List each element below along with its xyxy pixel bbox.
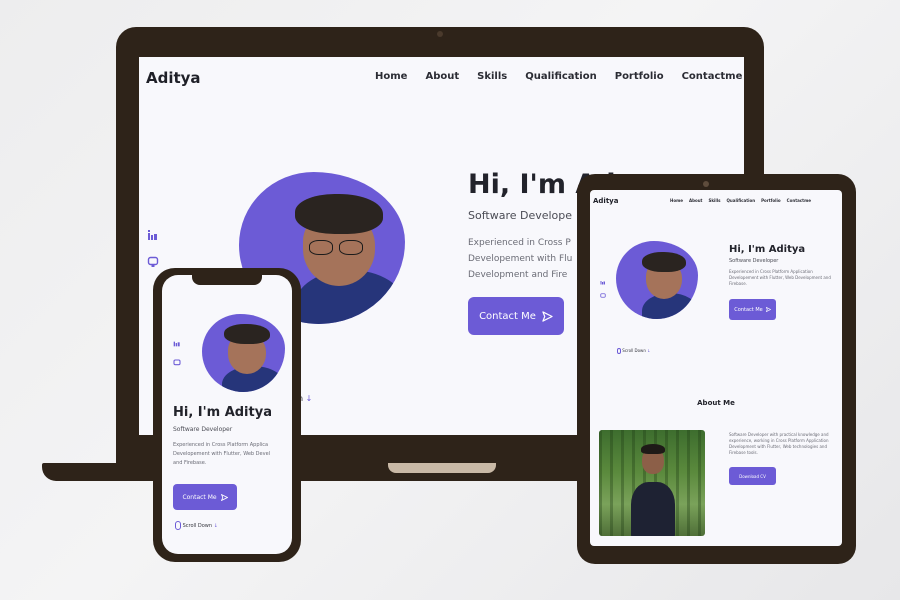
arrow-down-icon: ↓ — [305, 394, 313, 403]
profile-blob — [202, 314, 285, 392]
hero-subtitle: Software Develope — [468, 209, 573, 222]
nav-portfolio[interactable]: Portfolio — [615, 71, 664, 82]
github-icon[interactable] — [173, 359, 181, 369]
hero-subtitle: Software Developer — [729, 258, 779, 264]
about-heading: About Me — [697, 399, 735, 407]
hero-description-line: and Firebase. — [173, 460, 207, 466]
send-icon — [765, 307, 771, 312]
laptop-camera — [437, 31, 443, 37]
github-icon[interactable] — [600, 284, 606, 303]
laptop-hinge-notch — [388, 463, 496, 473]
nav-portfolio[interactable]: Portfolio — [761, 198, 781, 203]
nav-skills[interactable]: Skills — [477, 71, 507, 82]
profile-hair — [224, 324, 270, 344]
nav-about[interactable]: About — [425, 71, 459, 82]
about-photo — [599, 430, 705, 536]
linkedin-icon[interactable] — [173, 339, 181, 349]
send-icon — [542, 310, 553, 322]
mouse-icon — [617, 348, 621, 354]
main-nav: Home About Skills Qualification Portfoli… — [375, 71, 742, 82]
hero-title: Hi, I'm Aditya — [173, 405, 272, 420]
send-icon — [220, 493, 228, 501]
download-cv-button[interactable]: Download CV — [729, 467, 776, 485]
hero-description: Experienced in Cross Platform Applica De… — [173, 441, 292, 468]
tablet-camera — [703, 181, 709, 187]
mouse-icon — [175, 521, 181, 530]
contact-me-label: Contact Me — [734, 306, 763, 313]
nav-qualification[interactable]: Qualification — [525, 71, 597, 82]
hero-description-line: Experienced in Cross Platform Applica — [173, 442, 269, 448]
main-nav: Home About Skills Qualification Portfoli… — [670, 198, 811, 203]
profile-hair — [295, 194, 383, 234]
github-icon[interactable] — [147, 256, 159, 271]
nav-contactme[interactable]: Contactme — [682, 71, 743, 82]
nav-contactme[interactable]: Contactme — [787, 198, 811, 203]
contact-me-button[interactable]: Contact Me — [729, 299, 776, 320]
site-logo[interactable]: Aditya — [146, 69, 201, 87]
arrow-down-icon: ↓ — [213, 523, 218, 529]
tablet-screen: Aditya Home About Skills Qualification P… — [590, 190, 842, 546]
profile-blob — [616, 241, 698, 319]
photo-person-hair — [641, 444, 665, 454]
scroll-down-label: Scroll Down — [182, 523, 213, 529]
nav-home[interactable]: Home — [670, 198, 683, 203]
contact-me-label: Contact Me — [479, 310, 536, 322]
contact-me-button[interactable]: Contact Me — [173, 484, 237, 510]
profile-hair — [642, 252, 686, 272]
glasses-right — [339, 240, 363, 255]
linkedin-icon[interactable] — [147, 229, 159, 244]
phone-screen: Hi, I'm Aditya Software Developer Experi… — [162, 275, 292, 554]
arrow-down-icon: ↓ — [647, 348, 651, 353]
hero-subtitle: Software Developer — [173, 426, 233, 433]
hero-description-line: Developement with Flutter, Web Devel — [173, 451, 271, 457]
glasses-left — [309, 240, 333, 255]
scroll-down-button[interactable]: Scroll Down ↓ — [175, 521, 218, 530]
hero-title: Hi, I'm Aditya — [729, 244, 806, 255]
nav-about[interactable]: About — [689, 198, 702, 203]
hero-description: Experienced in Cross Platform Applicatio… — [729, 269, 831, 286]
nav-qualification[interactable]: Qualification — [727, 198, 756, 203]
phone-notch — [192, 275, 262, 285]
scroll-down-button[interactable]: Scroll Down ↓ — [617, 348, 651, 354]
nav-skills[interactable]: Skills — [708, 198, 720, 203]
about-description: Software Developer with practical knowle… — [729, 432, 829, 455]
contact-me-button[interactable]: Contact Me — [468, 297, 564, 335]
contact-me-label: Contact Me — [182, 493, 217, 501]
photo-person-body — [631, 482, 675, 536]
nav-home[interactable]: Home — [375, 71, 407, 82]
site-logo[interactable]: Aditya — [593, 197, 618, 205]
scroll-down-label: Scroll Down — [622, 348, 646, 353]
